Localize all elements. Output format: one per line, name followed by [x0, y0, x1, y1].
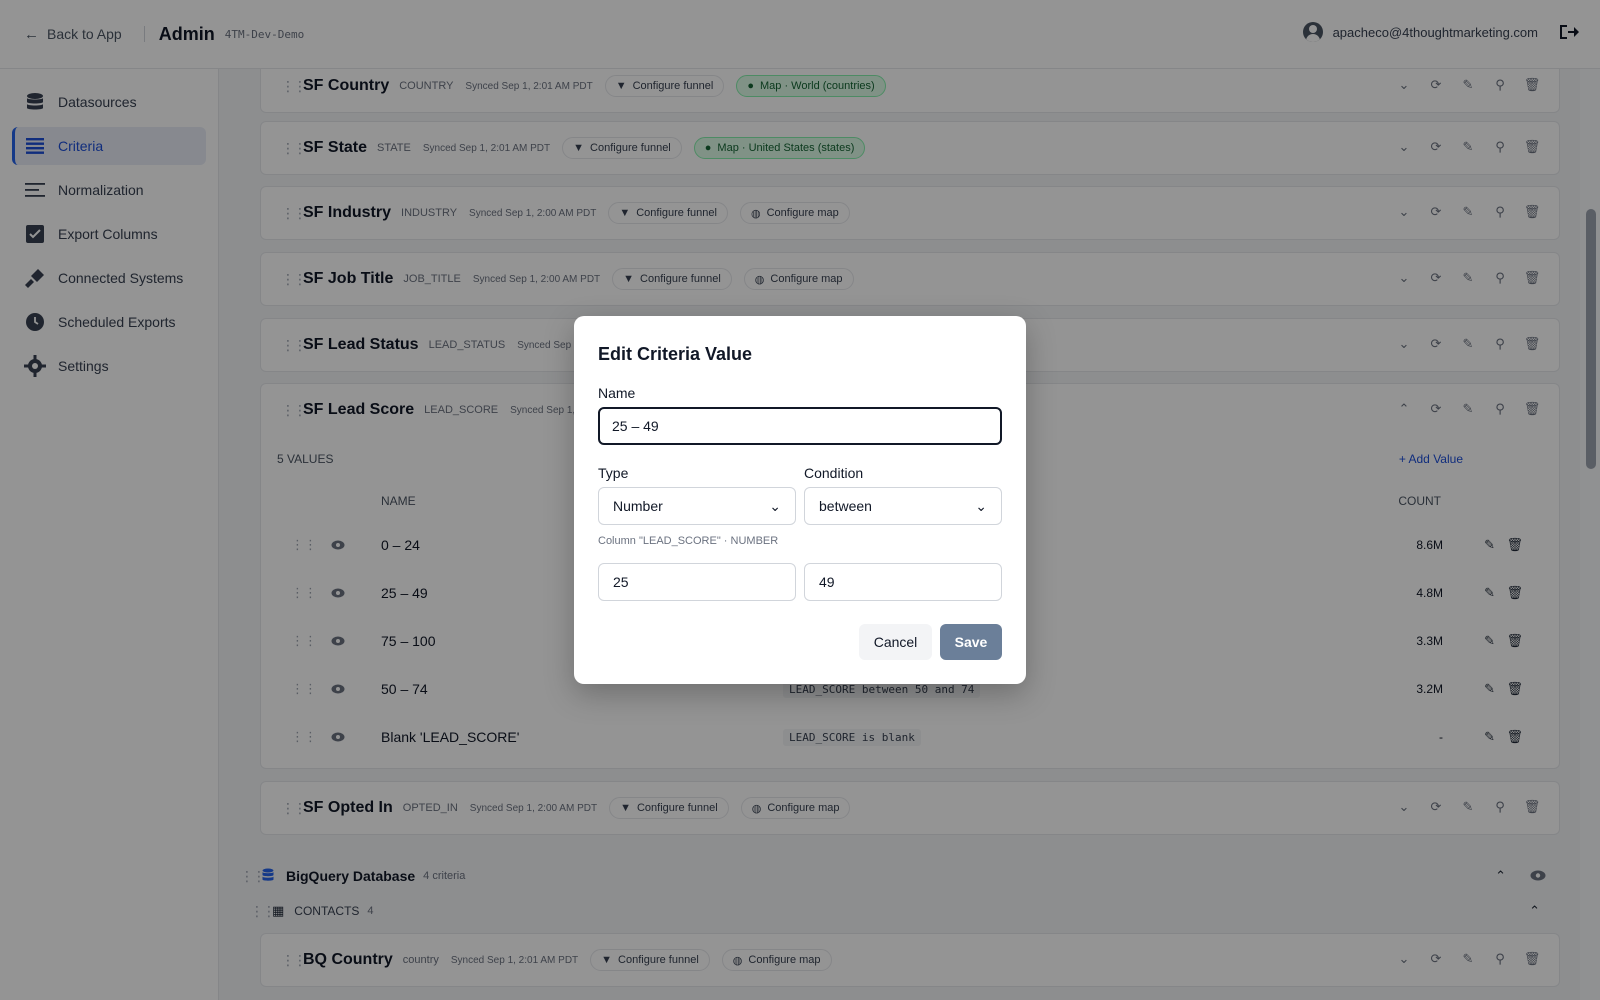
type-select-value: Number: [613, 498, 663, 514]
chevron-down-icon: ⌄: [975, 497, 987, 514]
type-select[interactable]: Number ⌄: [598, 487, 796, 525]
type-label: Type: [598, 465, 629, 481]
condition-select[interactable]: between ⌄: [804, 487, 1002, 525]
chevron-down-icon: ⌄: [769, 497, 781, 514]
condition-label: Condition: [804, 465, 864, 481]
condition-select-value: between: [819, 498, 872, 514]
dialog-title: Edit Criteria Value: [598, 344, 753, 364]
min-value-input[interactable]: 25: [598, 563, 796, 601]
max-value-input[interactable]: 49: [804, 563, 1002, 601]
edit-criteria-value-dialog: Edit Criteria Value Name 25 – 49 Type Nu…: [574, 316, 1026, 684]
save-button[interactable]: Save: [940, 624, 1002, 660]
name-label: Name: [598, 385, 636, 401]
cancel-button[interactable]: Cancel: [859, 624, 932, 660]
column-hint: Column "LEAD_SCORE" · NUMBER: [598, 535, 779, 547]
name-input[interactable]: 25 – 49: [598, 407, 1002, 445]
